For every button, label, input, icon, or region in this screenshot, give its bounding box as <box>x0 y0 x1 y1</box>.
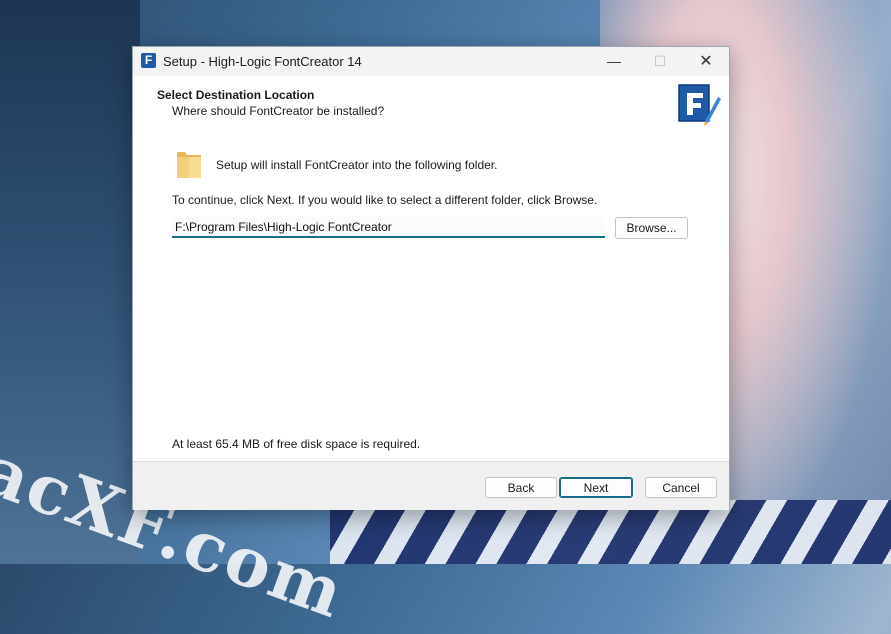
destination-path-input[interactable] <box>172 217 605 238</box>
back-button[interactable]: Back <box>485 477 557 498</box>
wizard-footer: Back Next Cancel <box>133 461 729 510</box>
page-subtitle: Where should FontCreator be installed? <box>172 104 385 118</box>
setup-window: F Setup - High-Logic FontCreator 14 — ☐ … <box>132 46 730 510</box>
cancel-button[interactable]: Cancel <box>645 477 717 498</box>
setup-description: Setup will install FontCreator into the … <box>216 158 498 172</box>
next-button[interactable]: Next <box>559 477 633 498</box>
wizard-header: Select Destination Location Where should… <box>133 76 729 136</box>
minimize-button[interactable]: — <box>591 47 637 76</box>
folder-icon <box>177 152 201 178</box>
fontcreator-logo-icon <box>678 84 721 126</box>
maximize-button[interactable]: ☐ <box>637 47 683 76</box>
page-title: Select Destination Location <box>157 88 315 102</box>
disk-space-note: At least 65.4 MB of free disk space is r… <box>172 437 421 451</box>
window-title: Setup - High-Logic FontCreator 14 <box>163 54 362 69</box>
browse-button[interactable]: Browse... <box>615 217 688 239</box>
title-bar[interactable]: F Setup - High-Logic FontCreator 14 — ☐ … <box>133 47 729 76</box>
close-button[interactable]: ✕ <box>683 47 729 76</box>
app-icon: F <box>141 53 156 68</box>
continue-instructions: To continue, click Next. If you would li… <box>172 193 598 207</box>
